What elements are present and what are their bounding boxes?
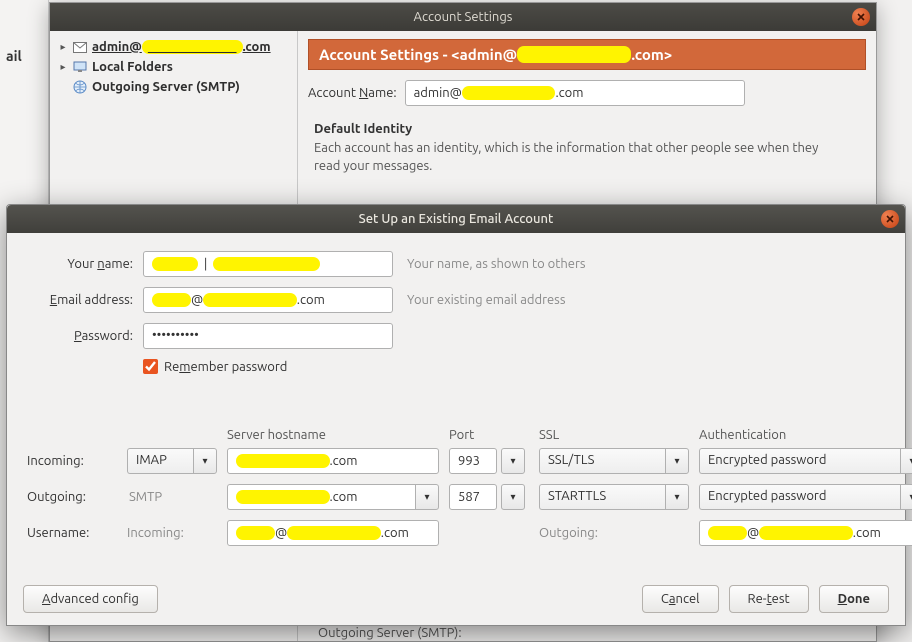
col-hostname: Server hostname xyxy=(227,428,439,442)
incoming-label: Incoming: xyxy=(27,454,117,468)
col-port: Port xyxy=(449,428,529,442)
monitor-icon xyxy=(72,59,88,75)
outgoing-server-peek: Outgoing Server (SMTP): xyxy=(318,626,462,640)
outgoing-hostname-input[interactable]: xxxxxxxxxxxx.com xyxy=(227,484,415,510)
done-button[interactable]: Done xyxy=(819,585,889,613)
incoming-hostname-input[interactable]: xxxxxxxxxxxx.com xyxy=(227,448,439,474)
truncated-sidebar-text: ail xyxy=(0,44,48,68)
email-input[interactable]: xxxx@xxxxxxxxxxxx.com xyxy=(143,287,393,313)
setup-dialog-titlebar: Set Up an Existing Email Account xyxy=(7,205,905,233)
remember-password-label[interactable]: Remember password xyxy=(164,360,287,374)
password-label: Password: xyxy=(23,329,133,343)
your-name-hint: Your name, as shown to others xyxy=(403,257,889,271)
chevron-down-icon[interactable]: ▾ xyxy=(665,448,689,474)
incoming-protocol-select[interactable]: IMAP ▾ xyxy=(127,448,217,474)
chevron-down-icon[interactable]: ▾ xyxy=(193,448,217,474)
chevron-right-icon[interactable]: ▸ xyxy=(58,41,68,53)
username-incoming-input[interactable]: xxxx@xxxxxxxxxxxx.com xyxy=(227,520,439,546)
outgoing-auth-select[interactable]: Encrypted password ▾ xyxy=(699,484,912,510)
password-input[interactable]: •••••••••• xyxy=(143,323,393,349)
setup-dialog-title: Set Up an Existing Email Account xyxy=(359,212,554,226)
account-settings-title: Account Settings xyxy=(414,10,513,24)
default-identity-desc: Each account has an identity, which is t… xyxy=(314,140,834,175)
globe-icon xyxy=(72,79,88,95)
account-settings-header: Account Settings - <admin@xxxxxxxxxxxx.c… xyxy=(308,39,866,70)
your-name-input[interactable]: xxxxx | xxxxxxxxxxxxxx xyxy=(143,251,393,277)
username-incoming-sublabel: Incoming: xyxy=(127,526,217,540)
cancel-button[interactable]: Cancel xyxy=(642,585,719,613)
advanced-config-button[interactable]: Advanced config xyxy=(23,585,158,613)
outgoing-label: Outgoing: xyxy=(27,490,117,504)
chevron-right-icon[interactable]: ▸ xyxy=(58,61,68,73)
chevron-down-icon[interactable]: ▾ xyxy=(415,484,439,510)
username-label: Username: xyxy=(27,526,117,540)
incoming-auth-select[interactable]: Encrypted password ▾ xyxy=(699,448,912,474)
col-auth: Authentication xyxy=(699,428,912,442)
account-settings-titlebar: Account Settings xyxy=(50,3,876,31)
username-outgoing-sublabel: Outgoing: xyxy=(539,526,689,540)
default-identity-title: Default Identity xyxy=(314,122,860,136)
account-name-label: Account Name: xyxy=(308,86,397,100)
tree-outgoing-label: Outgoing Server (SMTP) xyxy=(92,80,240,94)
tree-outgoing-server[interactable]: Outgoing Server (SMTP) xyxy=(54,77,293,97)
tree-local-folders[interactable]: ▸ Local Folders xyxy=(54,57,293,77)
outgoing-ssl-select[interactable]: STARTTLS ▾ xyxy=(539,484,689,510)
outgoing-port-input[interactable] xyxy=(449,484,497,510)
envelope-icon xyxy=(72,39,88,55)
setup-email-dialog: Set Up an Existing Email Account Your na… xyxy=(6,204,906,626)
close-icon[interactable] xyxy=(852,8,870,26)
chevron-down-icon[interactable]: ▾ xyxy=(900,484,912,510)
close-icon[interactable] xyxy=(881,210,899,228)
incoming-port-input[interactable] xyxy=(449,448,497,474)
remember-password-checkbox[interactable] xyxy=(143,359,158,374)
chevron-down-icon[interactable]: ▾ xyxy=(665,484,689,510)
email-label: Email address: xyxy=(23,293,133,307)
username-outgoing-input[interactable]: xxxx@xxxxxxxxxxxx.com xyxy=(699,520,912,546)
chevron-down-icon[interactable]: ▾ xyxy=(501,484,525,510)
chevron-down-icon[interactable]: ▾ xyxy=(501,448,525,474)
retest-button[interactable]: Re-test xyxy=(729,585,809,613)
tree-account-label: admin@xxxxxxxxxxxx.com xyxy=(92,40,271,54)
tree-account-item[interactable]: ▸ admin@xxxxxxxxxxxx.com xyxy=(54,37,293,57)
email-hint: Your existing email address xyxy=(403,293,889,307)
your-name-label: Your name: xyxy=(23,257,133,271)
outgoing-protocol: SMTP xyxy=(127,486,217,508)
chevron-down-icon[interactable]: ▾ xyxy=(900,448,912,474)
account-name-input[interactable]: admin@xxxxxxxxxxxx.com xyxy=(405,80,745,106)
incoming-ssl-select[interactable]: SSL/TLS ▾ xyxy=(539,448,689,474)
tree-local-folders-label: Local Folders xyxy=(92,60,173,74)
col-ssl: SSL xyxy=(539,428,689,442)
